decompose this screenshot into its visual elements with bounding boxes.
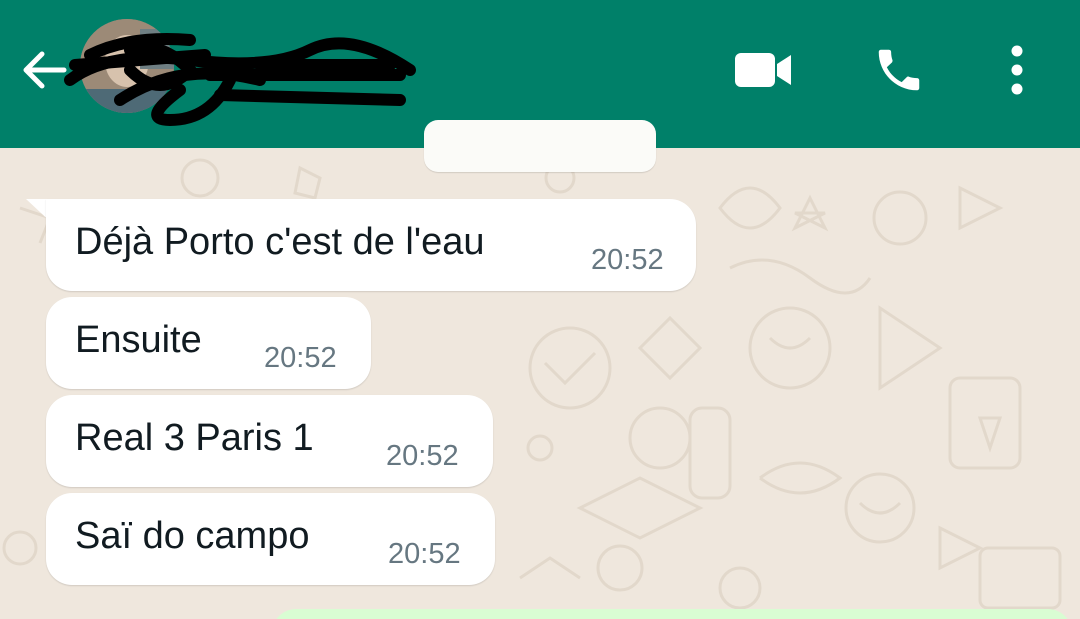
message-text: Ensuite <box>75 319 202 361</box>
message-time: 20:52 <box>264 342 337 374</box>
message-bubble[interactable]: Real 3 Paris 1 20:52 <box>46 395 493 487</box>
message-time: 20:52 <box>388 538 461 570</box>
outgoing-message-bubble[interactable] <box>272 609 1072 619</box>
voice-call-button[interactable] <box>864 40 934 100</box>
redacted-contact-name[interactable] <box>60 20 420 140</box>
message-text: Real 3 Paris 1 <box>75 417 314 459</box>
more-vertical-icon <box>1011 45 1023 95</box>
message-text: Déjà Porto c'est de l'eau <box>75 221 485 263</box>
video-camera-icon <box>735 53 791 87</box>
video-call-button[interactable] <box>728 40 798 100</box>
phone-icon <box>878 49 920 91</box>
message-text: Saï do campo <box>75 515 310 557</box>
chat-screen: Déjà Porto c'est de l'eau 20:52 Ensuite … <box>0 0 1080 619</box>
message-bubble[interactable]: Ensuite 20:52 <box>46 297 371 389</box>
date-chip <box>424 120 656 172</box>
message-bubble[interactable]: Déjà Porto c'est de l'eau 20:52 <box>46 199 696 291</box>
more-options-button[interactable] <box>982 40 1052 100</box>
message-bubble[interactable]: Saï do campo 20:52 <box>46 493 495 585</box>
message-time: 20:52 <box>591 244 664 276</box>
message-time: 20:52 <box>386 440 459 472</box>
